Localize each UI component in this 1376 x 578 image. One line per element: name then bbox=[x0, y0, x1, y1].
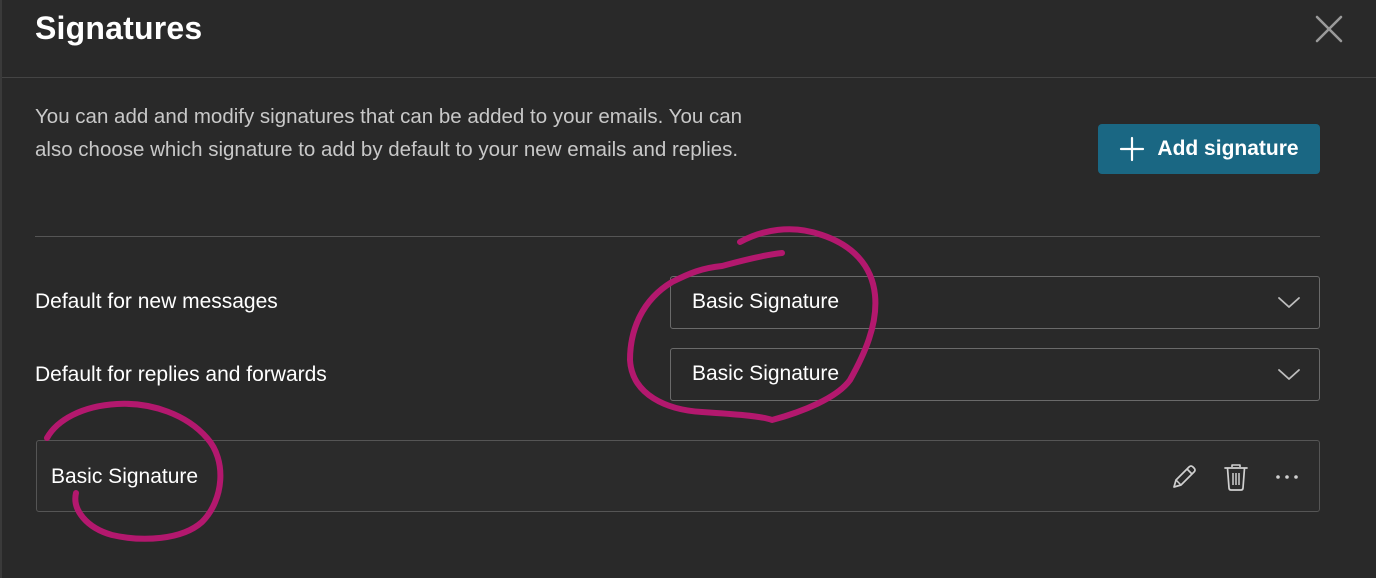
signatures-dialog: Signatures You can add and modify signat… bbox=[0, 0, 1376, 578]
edit-signature-button[interactable] bbox=[1168, 461, 1200, 493]
chevron-down-icon bbox=[1278, 297, 1300, 308]
default-new-messages-select[interactable]: Basic Signature bbox=[670, 276, 1320, 329]
edit-icon bbox=[1173, 465, 1196, 488]
add-signature-label: Add signature bbox=[1157, 137, 1299, 160]
default-replies-forwards-label: Default for replies and forwards bbox=[35, 363, 327, 386]
more-icon bbox=[1276, 475, 1298, 479]
section-divider bbox=[35, 236, 1320, 237]
dialog-title: Signatures bbox=[35, 10, 203, 46]
default-replies-forwards-value: Basic Signature bbox=[692, 362, 840, 385]
plus-icon bbox=[1120, 136, 1145, 162]
close-button[interactable] bbox=[1310, 10, 1348, 48]
delete-signature-button[interactable] bbox=[1220, 461, 1252, 493]
add-signature-button[interactable]: Add signature bbox=[1098, 124, 1320, 174]
signature-name: Basic Signature bbox=[51, 465, 199, 488]
dialog-description: You can add and modify signatures that c… bbox=[35, 105, 742, 161]
delete-icon bbox=[1224, 464, 1248, 491]
default-new-messages-value: Basic Signature bbox=[692, 290, 840, 313]
signature-list-item[interactable]: Basic Signature bbox=[36, 440, 1320, 512]
default-new-messages-label: Default for new messages bbox=[35, 290, 278, 313]
more-options-button[interactable] bbox=[1271, 461, 1303, 493]
close-icon bbox=[1315, 15, 1343, 43]
default-replies-forwards-select[interactable]: Basic Signature bbox=[670, 348, 1320, 401]
dialog-header: Signatures bbox=[2, 0, 1376, 78]
chevron-down-icon bbox=[1278, 369, 1300, 380]
